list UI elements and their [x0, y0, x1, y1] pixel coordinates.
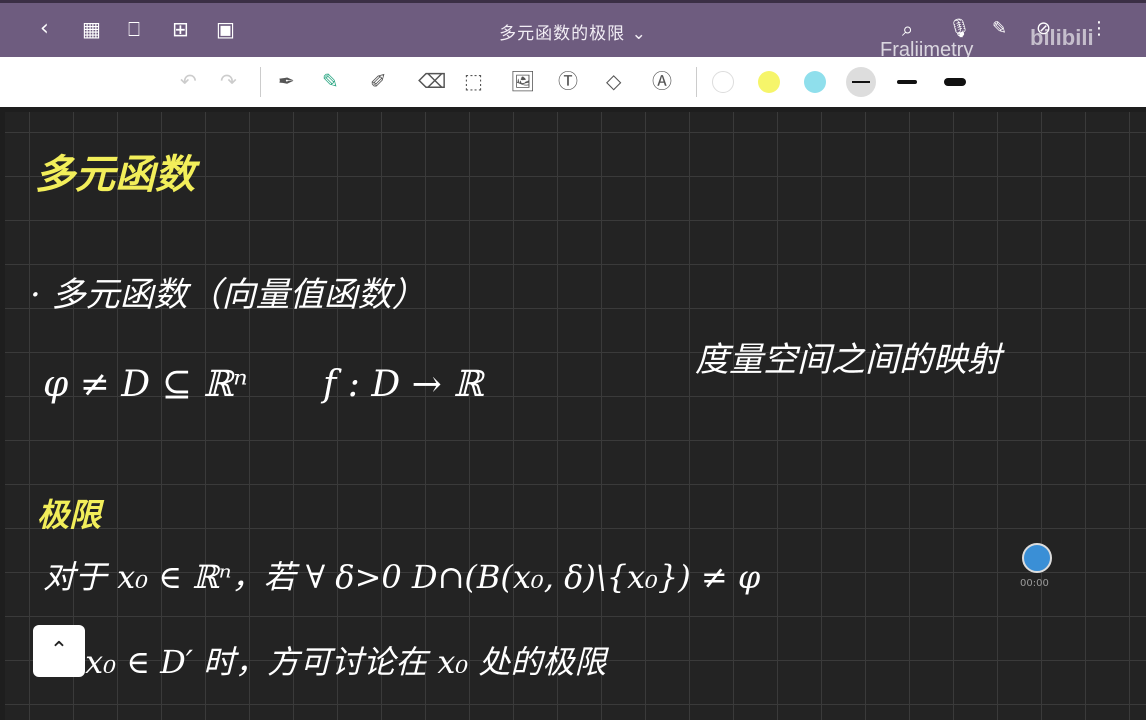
- eraser-icon[interactable]: ⌫: [418, 67, 446, 95]
- highlighter-pen-icon[interactable]: ✎: [322, 67, 339, 95]
- chevron-up-icon: ⌃: [49, 638, 69, 663]
- recorder-icon[interactable]: [1022, 543, 1052, 573]
- shape-icon[interactable]: ◇: [606, 67, 621, 95]
- lasso-select-icon[interactable]: ⬚: [464, 67, 483, 95]
- document-title[interactable]: 多元函数的极限 ⌄: [0, 19, 1146, 44]
- pen-tool-icon[interactable]: ✒: [278, 67, 295, 95]
- image-icon[interactable]: 🖼: [510, 67, 535, 95]
- toolbar: ↶ ↷ ✒ ✎ ✐ ⌫ ⬚ 🖼 Ⓣ ◇ Ⓐ: [0, 57, 1146, 107]
- heading-limit: 极限: [37, 496, 102, 534]
- text-tool-icon[interactable]: Ⓣ: [558, 67, 578, 95]
- undo-icon[interactable]: ↶: [180, 67, 197, 95]
- stroke-medium[interactable]: [897, 80, 917, 84]
- color-white[interactable]: [712, 71, 734, 93]
- ocr-icon[interactable]: Ⓐ: [652, 67, 672, 95]
- chevron-down-icon: ⌄: [631, 24, 647, 44]
- color-cyan[interactable]: [804, 71, 826, 93]
- note-line: 即 x₀ ∈ D′ 时，方可讨论在 x₀ 处的极限: [43, 643, 607, 681]
- divider: [696, 67, 697, 97]
- highlighter-icon[interactable]: ✐: [370, 67, 387, 95]
- pen-icon[interactable]: ✎: [992, 15, 1007, 43]
- note-line: 对于 x₀ ∈ ℝⁿ，若 ∀ δ>0 D∩(B(x₀, δ)\{x₀}) ≠ φ: [43, 558, 761, 596]
- title-text: 多元函数的极限: [499, 24, 626, 44]
- note-line: φ ≠ D ⊆ ℝⁿ: [43, 364, 248, 405]
- divider: [260, 67, 261, 97]
- redo-icon[interactable]: ↷: [220, 67, 237, 95]
- bilibili-logo: bilibili: [1030, 25, 1094, 50]
- stroke-thin[interactable]: [846, 67, 876, 97]
- note-line: · 多元函数（向量值函数）: [30, 275, 426, 315]
- note-canvas[interactable]: 多元函数 · 多元函数（向量值函数） φ ≠ D ⊆ ℝⁿ f : D → ℝ …: [5, 112, 1146, 720]
- note-line: 度量空间之间的映射: [695, 340, 1001, 380]
- stroke-thick[interactable]: [944, 78, 966, 86]
- heading-multivariable: 多元函数: [35, 151, 195, 198]
- note-line: f : D → ℝ: [323, 364, 484, 405]
- recorder-time: 00:00: [1020, 578, 1049, 589]
- top-bar: ‹ ▦ ⎕ ⊞ ▣ 多元函数的极限 ⌄ ⌕ 🎙 ✎ ⊘ ⋮ Fraliimetr…: [0, 0, 1146, 61]
- color-yellow[interactable]: [758, 71, 780, 93]
- scroll-up-button[interactable]: ⌃: [33, 625, 85, 677]
